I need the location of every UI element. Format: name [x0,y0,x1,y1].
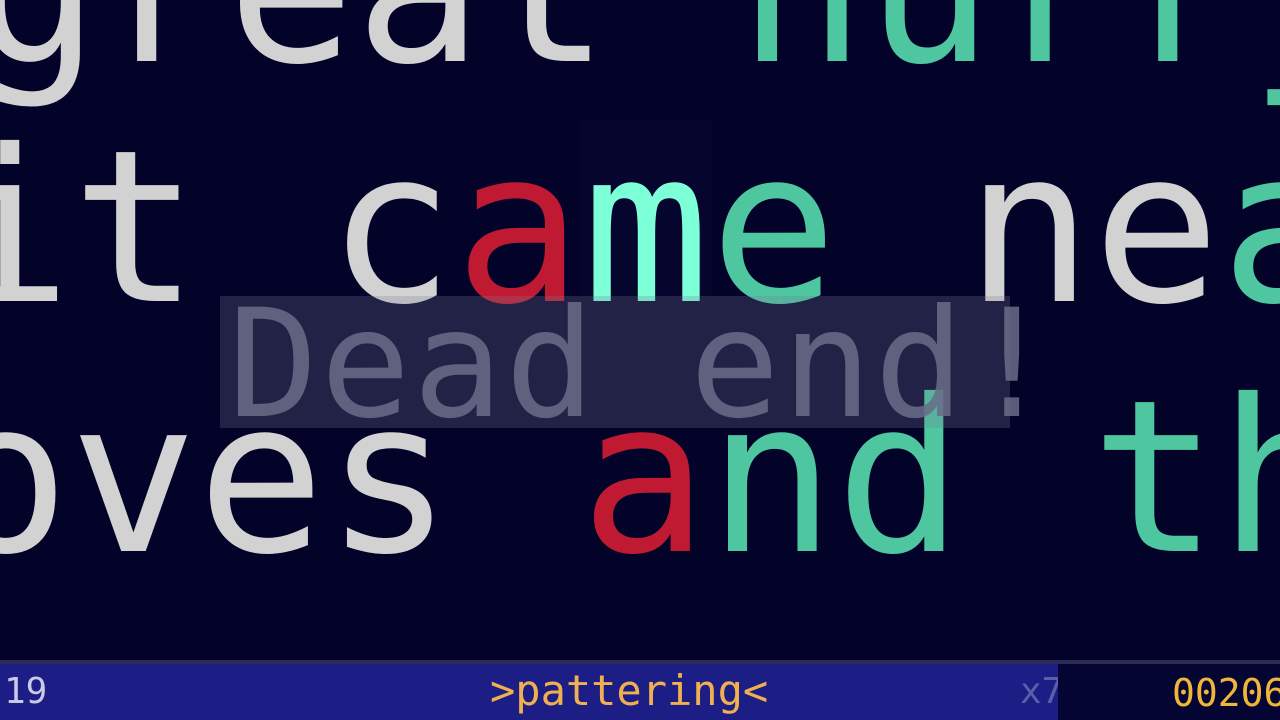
dead-end-message: Dead end! [228,278,1059,452]
current-word: >pattering< [490,666,769,715]
game-screen[interactable]: great hurry it came nea oves and th Dead… [0,0,1280,720]
text-segment-w: great [0,0,738,94]
score-value: 00206 [1172,671,1280,715]
text-segment-g: a [1220,122,1280,334]
hud-bar: 19 >pattering< x7 00206 [0,660,1280,720]
combo-multiplier: x7 [1020,671,1064,712]
text-segment-g: hurry [738,0,1280,94]
text-row-1: great hurry [0,0,1280,94]
hud-counter: 19 [4,671,48,712]
